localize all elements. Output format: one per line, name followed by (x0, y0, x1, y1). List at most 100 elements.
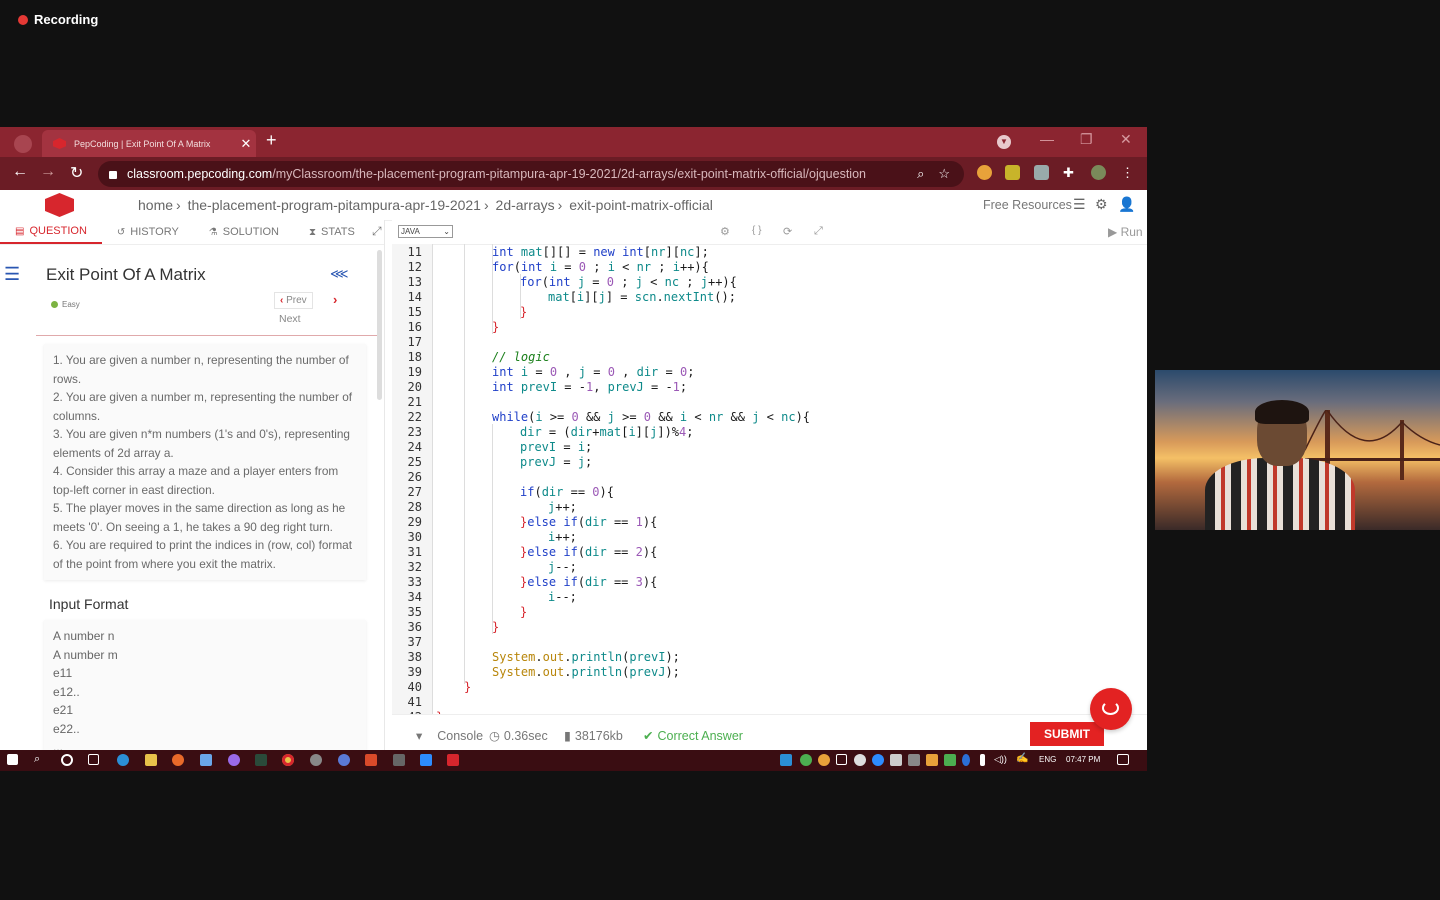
tray-icon[interactable] (944, 754, 956, 766)
zoom-tray-icon[interactable] (872, 754, 884, 766)
zoom-icon[interactable]: ⌕ (917, 166, 924, 182)
submit-button[interactable]: SUBMIT (1030, 722, 1104, 746)
free-resources-link[interactable]: Free Resources (983, 198, 1072, 212)
new-tab-icon[interactable]: + (266, 130, 277, 151)
prev-button[interactable]: ‹ Prev (274, 292, 313, 309)
input-format-line: A number m (53, 647, 118, 662)
menu-list-icon[interactable]: ☰ (1073, 196, 1086, 213)
tray-icon[interactable] (890, 754, 902, 766)
app-icon[interactable] (310, 754, 322, 766)
browser-menu-icon[interactable]: ⋮ (1121, 165, 1136, 180)
history-icon: ↺ (116, 226, 126, 238)
breadcrumb-course[interactable]: the-placement-program-pitampura-apr-19-2… (188, 197, 481, 213)
volume-icon[interactable]: ◁)) (994, 754, 1007, 765)
bluetooth-icon[interactable] (962, 754, 970, 766)
language-indicator[interactable]: ENG (1039, 755, 1056, 764)
url-field[interactable]: classroom.pepcoding.com/myClassroom/the-… (98, 161, 964, 187)
pen-icon[interactable]: ✍ (1016, 753, 1028, 764)
expand-icon[interactable]: ⤢ (372, 224, 382, 239)
close-tab-icon[interactable]: ✕ (236, 136, 256, 152)
app-icon[interactable] (338, 754, 350, 766)
tab-solution[interactable]: ⚗ SOLUTION (194, 220, 294, 244)
tab-history[interactable]: ↺ HISTORY (102, 220, 194, 244)
run-button[interactable]: ▶ Run (1108, 225, 1143, 239)
format-braces-icon[interactable]: { } (752, 225, 761, 236)
chrome-icon[interactable] (282, 754, 294, 766)
line-number: 27 (407, 485, 422, 499)
console-toggle[interactable]: ▾ Console (416, 728, 483, 744)
forward-icon[interactable]: → (40, 163, 56, 181)
profile-tab-icon[interactable] (14, 135, 32, 153)
reload-icon[interactable]: ↻ (70, 163, 83, 183)
editor-settings-icon[interactable]: ⚙ (720, 225, 730, 238)
extension-screen-icon[interactable] (1034, 165, 1049, 180)
next-button[interactable]: Next (279, 313, 301, 325)
office-icon[interactable] (365, 754, 377, 766)
extensions-puzzle-icon[interactable]: ✚ (1063, 165, 1078, 180)
search-icon[interactable]: ⌕ (34, 753, 46, 765)
tray-icon[interactable] (854, 754, 866, 766)
tab-search-icon[interactable]: ▼ (997, 135, 1011, 149)
profile-avatar[interactable] (1091, 165, 1106, 180)
language-select[interactable]: JAVA ⌄ (398, 225, 453, 238)
terminal-icon[interactable] (255, 754, 267, 766)
cortana-icon[interactable] (61, 754, 73, 766)
fullscreen-icon[interactable]: ⤢ (814, 225, 823, 238)
breadcrumb-home[interactable]: home (138, 197, 173, 213)
line-number: 20 (407, 380, 422, 394)
chevron-right-icon[interactable]: › (333, 292, 337, 307)
code-line: int mat[][] = new int[nr][nc]; (492, 245, 709, 259)
memory-value: 38176kb (574, 728, 623, 743)
notifications-icon[interactable] (1117, 754, 1129, 765)
breadcrumb-sep: › (176, 197, 181, 213)
edge-icon[interactable] (117, 754, 129, 766)
code-editor[interactable]: 11 12 13 14 15 16 17 18 19 20 21 22 23 2… (392, 244, 1137, 714)
extension-image-icon[interactable] (1005, 165, 1020, 180)
pepcoding-logo[interactable] (45, 193, 74, 217)
firefox-icon[interactable] (172, 754, 184, 766)
line-number: 14 (407, 290, 422, 304)
file-explorer-icon[interactable] (145, 754, 157, 766)
restore-icon[interactable]: ❐ (1080, 131, 1093, 148)
settings-icon[interactable]: ⚙ (1095, 196, 1108, 213)
breadcrumb-question[interactable]: exit-point-matrix-official (569, 197, 713, 213)
screen-share-icon[interactable] (447, 754, 459, 766)
app-icon[interactable] (393, 754, 405, 766)
browser-tab-active[interactable]: PepCoding | Exit Point Of A Matrix ✕ (42, 130, 256, 157)
breadcrumb-topic[interactable]: 2d-arrays (496, 197, 555, 213)
tray-icon[interactable] (800, 754, 812, 766)
tray-icon[interactable] (818, 754, 830, 766)
prev-label: Prev (286, 295, 307, 306)
extension-cookie-icon[interactable] (977, 165, 992, 180)
hamburger-menu-icon[interactable]: ☰ (4, 264, 20, 285)
zoom-app-icon[interactable] (420, 754, 432, 766)
bookmark-star-icon[interactable]: ☆ (938, 166, 950, 182)
description-line: 5. The player moves in the same directio… (53, 501, 346, 534)
check-circle-icon: ✔ (643, 729, 654, 743)
back-icon[interactable]: ← (12, 163, 28, 181)
dropbox-icon[interactable] (200, 754, 212, 766)
indent-guide (464, 244, 465, 684)
person-hair (1255, 400, 1309, 424)
microphone-icon[interactable] (980, 754, 985, 766)
share-icon[interactable]: ⋘ (330, 266, 349, 282)
chat-bubble-icon[interactable] (1090, 688, 1132, 730)
recording-label: Recording (34, 12, 99, 27)
tab-question[interactable]: ▤ QUESTION (0, 220, 102, 244)
task-view-icon[interactable] (88, 754, 99, 765)
tab-stats[interactable]: ⧗ STATS (294, 220, 370, 244)
code-line: } (520, 605, 528, 619)
tray-icon[interactable] (836, 754, 847, 765)
tray-icon[interactable] (908, 754, 920, 766)
app-icon[interactable] (228, 754, 240, 766)
description-line: 1. You are given a number n, representin… (53, 353, 349, 386)
tray-icon[interactable] (926, 754, 938, 766)
user-icon[interactable]: 👤 (1118, 196, 1135, 213)
windows-start-icon[interactable] (7, 754, 18, 765)
clock[interactable]: 07:47 PM (1066, 755, 1100, 764)
left-scrollbar[interactable] (377, 250, 382, 400)
minimize-icon[interactable]: — (1040, 131, 1054, 147)
close-window-icon[interactable]: ✕ (1120, 131, 1132, 148)
tray-icon[interactable] (780, 754, 792, 766)
reset-icon[interactable]: ⟳ (783, 225, 792, 238)
